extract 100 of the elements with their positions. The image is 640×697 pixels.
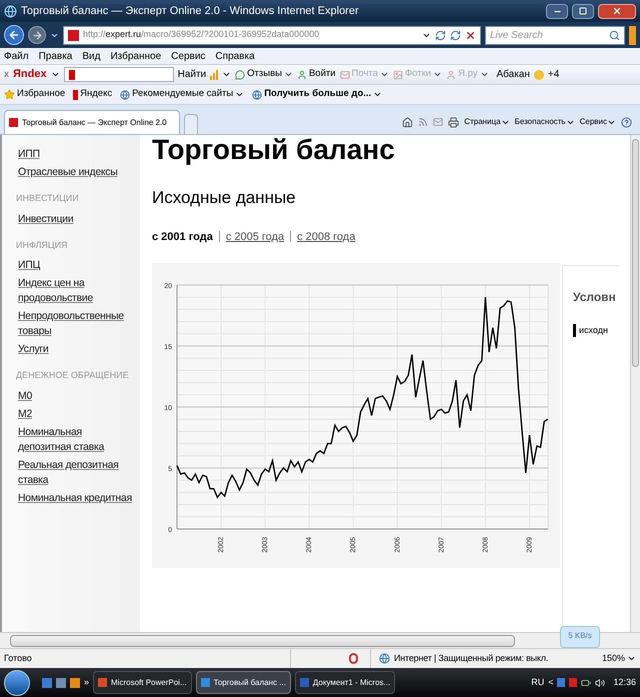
menu-item[interactable]: Избранное	[110, 48, 162, 64]
section-heading: Исходные данные	[152, 187, 297, 209]
weather-icon	[534, 70, 544, 80]
favorites-button[interactable]: Рекомендуемые сайты	[120, 87, 244, 102]
city-label: Абакан	[496, 68, 530, 82]
network-speed-text: 5 KB/s	[568, 630, 592, 642]
minimize-button[interactable]	[546, 4, 568, 18]
print-icon[interactable]	[448, 116, 460, 128]
tray-icon[interactable]	[557, 678, 566, 687]
find-button[interactable]: Найти	[178, 67, 206, 82]
arrow-left-icon	[8, 29, 20, 41]
caret-icon[interactable]	[50, 70, 60, 79]
sidebar-link[interactable]: Отраслевые индексы	[16, 165, 136, 180]
menu-item[interactable]: Файл	[4, 48, 29, 64]
sidebar-link[interactable]: Номинальная депозитная ставка	[16, 424, 136, 454]
sidebar-link[interactable]: М2	[16, 406, 136, 422]
security-zone-text: Интернет | Защищенный режим: выкл.	[394, 652, 548, 665]
maximize-button[interactable]	[572, 4, 594, 18]
caret-icon[interactable]	[222, 70, 232, 79]
more-quicklaunch-button[interactable]: »	[84, 676, 90, 690]
menu-item[interactable]: Сервис	[171, 48, 206, 64]
home-icon[interactable]	[402, 116, 414, 128]
sidebar-link[interactable]: Услуги	[16, 342, 136, 357]
command-menu-button[interactable]: Безопасность	[514, 116, 575, 128]
sidebar-link[interactable]: Инвестиции	[16, 212, 136, 226]
back-button[interactable]	[4, 25, 24, 45]
forward-button[interactable]	[28, 26, 46, 44]
close-button[interactable]	[598, 4, 636, 18]
toolbar-icon	[235, 70, 246, 80]
period-link[interactable]: с 2008 года	[297, 228, 356, 245]
arrow-right-icon	[32, 30, 42, 40]
show-hidden-icons-button[interactable]: <	[548, 676, 554, 690]
refresh-icon[interactable]	[450, 30, 461, 40]
globe-icon	[120, 90, 130, 100]
sidebar-heading: ДЕНЕЖНОЕ ОБРАЩЕНИЕ	[16, 369, 130, 382]
signal-bars-icon	[210, 70, 218, 80]
legend-label: исходн	[579, 324, 608, 337]
toolbar-icon	[296, 70, 307, 80]
menu-item[interactable]: Правка	[38, 48, 72, 64]
taskbar-button[interactable]: Торговый баланс ...	[196, 671, 291, 694]
yandex-search-field[interactable]	[64, 67, 174, 82]
vertical-scrollbar[interactable]	[630, 135, 640, 632]
feed-icon[interactable]	[418, 117, 428, 127]
maximize-icon	[579, 7, 587, 15]
yandex-logo: Яndex	[13, 67, 47, 82]
toolbar-button[interactable]: Войти	[296, 67, 336, 82]
language-indicator[interactable]: RU	[531, 676, 544, 690]
caret-icon	[373, 90, 382, 99]
site-favicon	[9, 118, 18, 127]
toolbar-icon	[446, 70, 456, 80]
caret-icon	[380, 70, 389, 79]
popup-blocker-icon	[349, 653, 358, 664]
caret-icon	[627, 654, 636, 663]
battery-icon[interactable]	[581, 678, 592, 688]
browser-tab[interactable]: Торговый баланс — Эксперт Online 2.0	[4, 110, 180, 134]
sidebar-link[interactable]: ИПЦ	[16, 258, 136, 273]
app-icon	[200, 678, 210, 687]
search-options-button[interactable]	[629, 26, 636, 44]
start-button[interactable]	[4, 670, 30, 696]
sidebar-link[interactable]: Реальная депозитная ставка	[16, 458, 136, 488]
browser-icon	[4, 4, 17, 18]
close-icon	[612, 6, 622, 16]
sidebar-heading: ИНФЛЯЦИЯ	[16, 238, 69, 252]
internet-zone-icon	[379, 653, 390, 664]
command-menu-button[interactable]: Сервис	[580, 116, 616, 128]
search-icon[interactable]	[609, 30, 620, 40]
close-toolbar-button[interactable]: x	[4, 67, 9, 82]
site-favicon	[68, 30, 79, 40]
stop-icon[interactable]	[465, 30, 476, 40]
command-menu-button[interactable]: Страница	[464, 116, 510, 128]
favorites-button[interactable]: Избранное	[4, 87, 66, 102]
menu-item[interactable]: Справка	[215, 48, 255, 64]
help-icon[interactable]	[621, 116, 632, 128]
sidebar-link[interactable]: М0	[16, 388, 136, 404]
caret-icon	[235, 90, 244, 99]
volume-icon[interactable]	[595, 678, 606, 688]
favorites-button[interactable]: Получить больше до...	[252, 87, 382, 102]
toolbar-button[interactable]: Отзывы	[235, 67, 293, 82]
zoom-button[interactable]: 150%	[602, 652, 640, 666]
caret-icon	[433, 70, 442, 79]
period-link[interactable]: с 2005 года	[226, 228, 284, 245]
sidebar-heading: ИНВЕСТИЦИИ	[16, 192, 80, 205]
sidebar-link[interactable]: Номинальная кредитная	[16, 490, 136, 506]
star-icon	[4, 89, 15, 100]
caret-icon	[480, 70, 488, 79]
status-text: Готово	[3, 652, 33, 665]
taskbar-button[interactable]: Microsoft PowerPoi...	[93, 671, 192, 694]
horizontal-scrollbar[interactable]	[0, 632, 640, 648]
temperature-text: +4	[548, 68, 560, 82]
page-title: Торговый баланс	[152, 135, 396, 165]
globe-icon	[252, 90, 262, 100]
favorites-button[interactable]: Яндекс	[73, 87, 112, 102]
sidebar-link[interactable]: Непродовольственные товары	[16, 309, 136, 339]
sidebar-link[interactable]: ИПП	[16, 147, 136, 162]
sidebar-link[interactable]: Индекс цен на продовольствие	[16, 276, 136, 306]
address-field[interactable]: http://expert.ru/macro/369952/?200101-369952data000000	[63, 26, 481, 44]
menu-item[interactable]: Вид	[82, 48, 100, 64]
taskbar-button[interactable]: Документ1 - Micros...	[294, 671, 396, 694]
legend-title: Условн	[573, 289, 617, 306]
period-link[interactable]: с 2001 года	[152, 228, 213, 245]
